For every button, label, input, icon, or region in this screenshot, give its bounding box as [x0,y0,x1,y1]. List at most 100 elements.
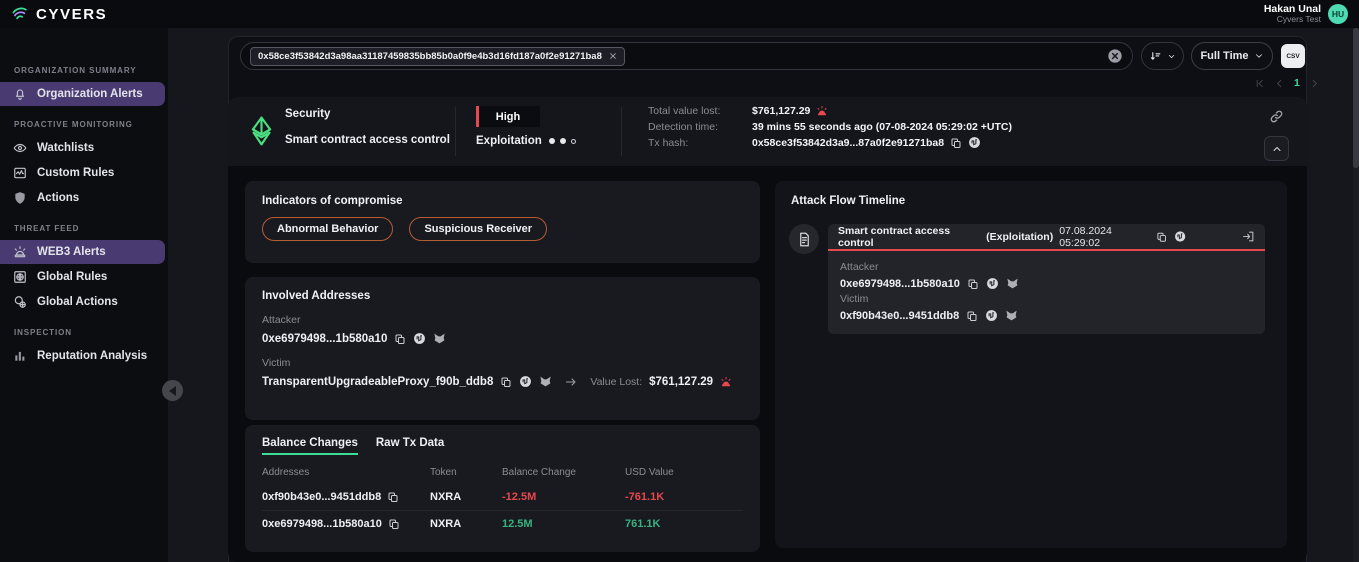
tab-raw-tx-data[interactable]: Raw Tx Data [376,437,444,455]
sidebar-item-watchlists[interactable]: Watchlists [0,136,165,160]
metamask-icon[interactable] [433,332,446,345]
time-filter-dropdown[interactable]: Full Time [1191,42,1273,70]
metamask-icon[interactable] [539,375,552,388]
etherscan-icon[interactable] [519,375,532,388]
column-header: Balance Change [502,463,625,484]
sidebar-item-reputation-analysis[interactable]: Reputation Analysis [0,344,165,368]
table-row-balance-change: -12.5M [502,484,625,510]
sidebar-item-label: Organization Alerts [37,88,143,100]
metamask-icon[interactable] [1005,309,1018,322]
sidebar-item-custom-rules[interactable]: Custom Rules [0,161,165,185]
indicators-title: Indicators of compromise [262,195,743,207]
avatar[interactable]: HU [1328,4,1348,24]
chevron-up-icon [1271,143,1283,155]
sidebar-collapse-toggle[interactable] [162,380,183,401]
value-lost-label: Value Lost: [590,376,642,388]
event-phase: (Exploitation) [986,231,1053,243]
cyvers-logo-icon [11,6,29,22]
sidebar-item-label: Global Rules [37,271,107,283]
eye-icon [13,141,27,155]
metamask-icon[interactable] [1006,277,1019,290]
copy-icon[interactable] [1156,231,1167,243]
sidebar-item-organization-alerts[interactable]: Organization Alerts [0,82,165,106]
pagination: 1 [1254,77,1320,89]
current-page-number[interactable]: 1 [1294,77,1300,89]
phase-progress-dots [549,138,576,144]
attacker-label: Attacker [262,314,743,326]
balance-table: Addresses Token Balance Change USD Value… [262,463,743,537]
copy-icon[interactable] [967,278,979,290]
divider [455,107,456,156]
copy-alert-link-button[interactable] [1269,109,1284,124]
attack-flow-title: Attack Flow Timeline [791,195,1271,207]
section-label-organization-summary: ORGANIZATION SUMMARY [14,66,168,75]
collapse-alert-button[interactable] [1264,136,1289,161]
bell-icon [13,87,27,101]
value-lost: $761,127.29 [649,376,713,388]
address-text: 0xe6979498...1b580a10 [262,518,382,530]
chevron-down-icon [1167,52,1176,61]
attack-flow-timeline-panel: Attack Flow Timeline Smart contract acce… [775,181,1287,548]
sidebar-item-web3-alerts[interactable]: WEB3 Alerts [0,240,165,264]
bar-chart-icon [13,349,27,363]
chevron-left-icon [169,386,176,396]
sidebar-item-actions[interactable]: Actions [0,186,165,210]
user-menu[interactable]: Hakan Unal Cyvers Test HU [1264,3,1348,25]
etherscan-icon[interactable] [1174,230,1186,243]
etherscan-icon[interactable] [985,309,998,322]
table-row-token: NXRA [430,484,502,510]
balance-changes-card: Balance Changes Raw Tx Data Addresses To… [245,425,760,552]
global-actions-icon [13,295,27,309]
victim-label: Victim [262,357,743,369]
timeline-node [789,224,819,254]
copy-icon[interactable] [966,310,978,322]
remove-chip-icon[interactable] [609,52,617,60]
app-window: CYVERS Hakan Unal Cyvers Test HU ORGANIZ… [0,0,1359,562]
alert-category: Security [285,108,330,120]
open-event-button[interactable] [1242,230,1255,244]
first-page-icon[interactable] [1254,78,1265,89]
clear-search-button[interactable] [1107,48,1123,64]
scrollbar-thumb[interactable] [1353,28,1359,168]
copy-icon[interactable] [500,376,512,388]
export-csv-button[interactable]: CSV [1281,44,1305,68]
sidebar: ORGANIZATION SUMMARY Organization Alerts… [0,28,168,562]
divider [621,107,622,156]
sidebar-item-label: Custom Rules [37,167,114,179]
sidebar-item-global-actions[interactable]: Global Actions [0,290,165,314]
etherscan-icon[interactable] [968,136,981,149]
timeline-event-card: Smart contract access control (Exploitat… [828,224,1265,334]
etherscan-icon[interactable] [413,332,426,345]
column-header: USD Value [625,463,743,484]
copy-icon[interactable] [950,137,962,149]
table-row-address: 0xf90b43e0...9451ddb8 [262,484,430,510]
timeline-attacker-label: Attacker [840,261,1253,273]
csv-label: CSV [1286,53,1299,60]
tx-hash-label: Tx hash: [648,137,752,149]
copy-icon[interactable] [387,491,399,503]
scrollbar [1353,28,1359,562]
total-value-lost: $761,127.29 [752,105,810,117]
search-input[interactable]: 0x58ce3f53842d3a98aa31187459835bb85b0a0f… [240,42,1133,70]
tx-hash: 0x58ce3f53842d3a9...87a0f2e91271ba8 [752,137,944,149]
total-value-lost-label: Total value lost: [648,105,752,117]
etherscan-icon[interactable] [986,277,999,290]
dot-empty [571,139,576,144]
victim-name: TransparentUpgradeableProxy_f90b_ddb8 [262,376,493,388]
alert-header[interactable]: Security Smart contract access control H… [228,97,1307,166]
link-icon [1269,109,1284,124]
attacker-address: 0xe6979498...1b580a10 [262,333,387,345]
next-page-icon[interactable] [1309,78,1320,89]
arrow-right-icon [563,376,579,388]
user-organization: Cyvers Test [1264,15,1321,25]
siren-alarm-icon [720,376,732,388]
sidebar-item-global-rules[interactable]: Global Rules [0,265,165,289]
copy-icon[interactable] [388,518,400,530]
sort-button[interactable] [1141,42,1184,70]
copy-icon[interactable] [394,333,406,345]
previous-page-icon[interactable] [1274,78,1285,89]
search-filter-chip[interactable]: 0x58ce3f53842d3a98aa31187459835bb85b0a0f… [250,47,625,66]
tab-balance-changes[interactable]: Balance Changes [262,437,358,455]
section-label-proactive-monitoring: PROACTIVE MONITORING [14,120,168,129]
pulse-chart-icon [13,166,27,180]
